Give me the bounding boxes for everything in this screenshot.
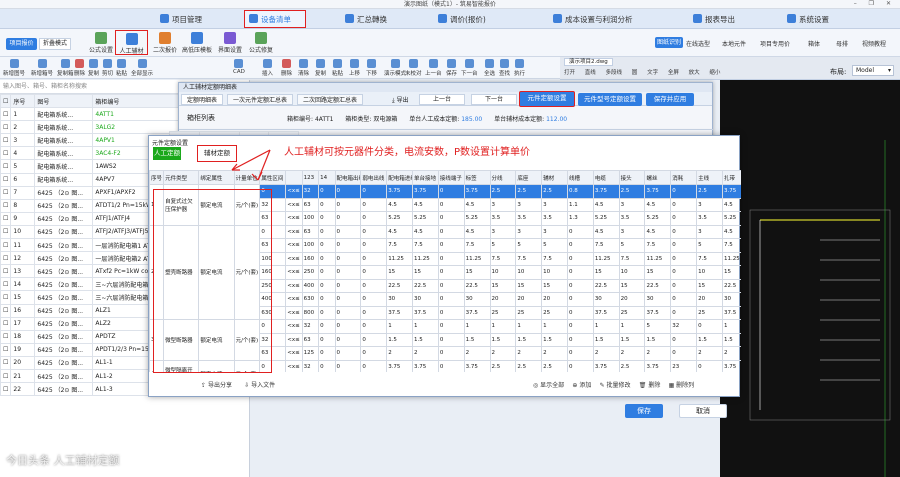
annotation-arrows <box>231 149 271 181</box>
save-button[interactable]: 保存 <box>625 404 663 418</box>
cancel-button[interactable]: 取消 <box>679 404 727 418</box>
watermark: 今日头条 人工辅材定额 <box>6 454 120 467</box>
annotation-text: 人工辅材可按元器件分类，电流安数，P数设置计算单价 <box>284 147 531 158</box>
